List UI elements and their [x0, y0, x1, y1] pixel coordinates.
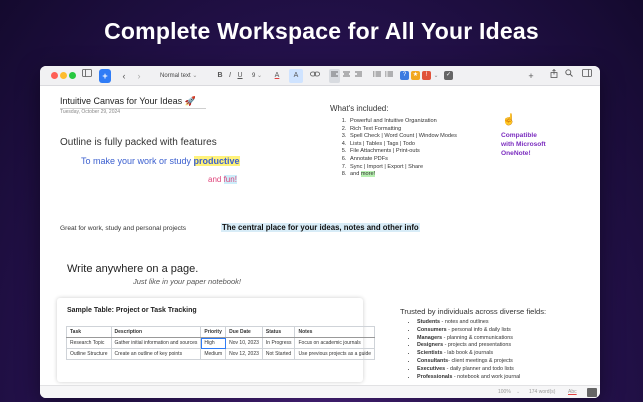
list-item: Consumers - personal info & daily lists [417, 327, 520, 335]
back-chevron-icon[interactable]: ‹ [118, 69, 130, 83]
trusted-list[interactable]: Students - notes and outlines Consumers … [409, 319, 520, 381]
chevron-down-icon: ⌄ [257, 73, 263, 79]
align-center-icon[interactable] [341, 69, 352, 83]
align-left-icon[interactable] [329, 69, 340, 83]
zoom-level[interactable]: 100% [498, 386, 511, 398]
highlight-color-button[interactable]: A [289, 69, 303, 83]
list-item: Sync | Import | Export | Share [348, 164, 457, 172]
list-item: and more! [348, 171, 457, 179]
italic-button[interactable]: I [226, 69, 234, 83]
sample-table-card[interactable]: Sample Table: Project or Task Tracking T… [57, 298, 376, 382]
minimize-window-button[interactable] [60, 72, 67, 79]
forward-chevron-icon[interactable]: › [133, 69, 145, 83]
sidebar-right-icon[interactable] [581, 69, 593, 83]
tracking-table[interactable]: Task Description Priority Due Date Statu… [66, 326, 376, 360]
included-heading[interactable]: What's included: [330, 104, 388, 113]
table-cell[interactable]: Create an outline of key points [110, 348, 202, 360]
compatible-note[interactable]: Compatible with Microsoft OneNote! [501, 131, 546, 158]
table-cell[interactable]: Outline Structure [66, 348, 112, 360]
table-title: Sample Table: Project or Task Tracking [67, 307, 197, 314]
trusted-heading[interactable]: Trusted by individuals across diverse fi… [400, 307, 546, 316]
outline-line[interactable]: To make your work or study productive [81, 156, 240, 166]
list-item: Scientists - lab book & journals [417, 350, 520, 358]
list-item: Designers - projects and presentations [417, 342, 520, 350]
write-anywhere-text[interactable]: Write anywhere on a page. [67, 263, 198, 275]
list-item: Managers - planning & communications [417, 335, 520, 343]
star-icon[interactable]: ★ [411, 71, 420, 80]
table-cell[interactable]: Nov 12, 2023 [225, 348, 263, 360]
table-cell[interactable]: Gather initial information and sources [110, 337, 202, 349]
table-header-row: Task Description Priority Due Date Statu… [66, 326, 376, 338]
column-header: Due Date [225, 326, 263, 338]
table-cell[interactable]: In Progress [261, 337, 296, 349]
list-item: Executives - daily planner and todo list… [417, 366, 520, 374]
central-place-text[interactable]: The central place for your ideas, notes … [221, 223, 420, 232]
list-item: Annotate PDFs [348, 156, 457, 164]
add-item-icon[interactable]: + [524, 69, 538, 83]
table-cell[interactable]: Research Topic [66, 337, 112, 349]
column-header: Description [110, 326, 202, 338]
list-item: Professionals - notebook and work journa… [417, 374, 520, 382]
style-dropdown[interactable]: Normal text ⌄ [160, 69, 197, 83]
link-icon[interactable] [308, 69, 322, 83]
page-canvas[interactable]: Intuitive Canvas for Your Ideas 🚀 Tuesda… [40, 87, 600, 385]
chevron-down-icon[interactable]: ⌄ [516, 386, 520, 398]
table-cell[interactable]: Focus on academic journals [294, 337, 376, 349]
table-row[interactable]: Research Topic Gather initial informatio… [66, 337, 376, 349]
hero-title: Complete Workspace for All Your Ideas [104, 18, 539, 44]
table-cell[interactable]: Use previous projects as a guide [294, 348, 376, 360]
list-item: Powerful and Intuitive Organization [348, 118, 457, 126]
toolbar: + ‹ › Normal text ⌄ B I U 9 ⌄ A A ? ★ ! … [40, 66, 600, 86]
word-count: 174 word(s) [529, 389, 556, 395]
list-item: Rich Text Formatting [348, 126, 457, 134]
spell-check-button[interactable]: Abc [568, 386, 577, 398]
list-item: File Attachments | Print-outs [348, 148, 457, 156]
sidebar-icon[interactable] [81, 69, 93, 83]
add-page-button[interactable]: + [99, 69, 111, 83]
list-item: Spell Check | Word Count | Window Modes [348, 133, 457, 141]
column-header: Status [261, 326, 296, 338]
fun-line[interactable]: and fun! [208, 175, 237, 184]
text-color-button[interactable]: A [270, 69, 284, 83]
list-item: Students - notes and outlines [417, 319, 520, 327]
fun-highlight: fun! [223, 175, 237, 184]
page-title[interactable]: Intuitive Canvas for Your Ideas 🚀 [60, 96, 206, 109]
table-cell[interactable]: Nov 10, 2023 [225, 337, 263, 349]
underline-button[interactable]: U [236, 69, 244, 83]
column-header: Notes [294, 326, 376, 338]
help-icon[interactable]: ? [400, 71, 409, 80]
included-list[interactable]: Powerful and Intuitive Organization Rich… [338, 118, 457, 179]
checkbox-icon[interactable]: ✓ [444, 71, 453, 80]
font-size-dropdown[interactable]: 9 ⌄ [252, 69, 262, 83]
more-highlight: more! [360, 171, 376, 178]
close-window-button[interactable] [51, 72, 58, 79]
bold-button[interactable]: B [216, 69, 224, 83]
status-bar: 100% ⌄ 174 word(s) Abc [40, 385, 600, 398]
great-for-text[interactable]: Great for work, study and personal proje… [60, 225, 186, 232]
column-header: Priority [200, 326, 227, 338]
list-item: Lists | Tables | Tags | Todo [348, 141, 457, 149]
table-cell[interactable]: Not Started [261, 348, 296, 360]
column-header: Task [66, 326, 112, 338]
bulleted-list-icon[interactable] [371, 69, 382, 83]
table-cell[interactable]: Medium [200, 348, 227, 360]
fullscreen-icon[interactable] [587, 388, 597, 397]
table-cell-selected[interactable]: High [200, 337, 227, 349]
share-icon[interactable] [548, 68, 560, 83]
list-item: Consultants- client meetings & projects [417, 358, 520, 366]
app-window: + ‹ › Normal text ⌄ B I U 9 ⌄ A A ? ★ ! … [40, 66, 600, 398]
zoom-window-button[interactable] [69, 72, 76, 79]
pointing-hand-icon: ☝️ [502, 114, 516, 126]
chevron-down-icon: ⌄ [192, 73, 198, 79]
outline-heading[interactable]: Outline is fully packed with features [60, 137, 217, 148]
search-icon[interactable] [563, 69, 575, 83]
productive-highlight: productive [193, 156, 240, 166]
align-right-icon[interactable] [353, 69, 364, 83]
numbered-list-icon[interactable] [383, 69, 394, 83]
chevron-down-icon[interactable]: ⌄ [430, 69, 442, 83]
table-row[interactable]: Outline Structure Create an outline of k… [66, 348, 376, 360]
paper-notebook-text[interactable]: Just like in your paper notebook! [133, 277, 241, 286]
page-date: Tuesday, October 29, 2024 [60, 109, 121, 115]
